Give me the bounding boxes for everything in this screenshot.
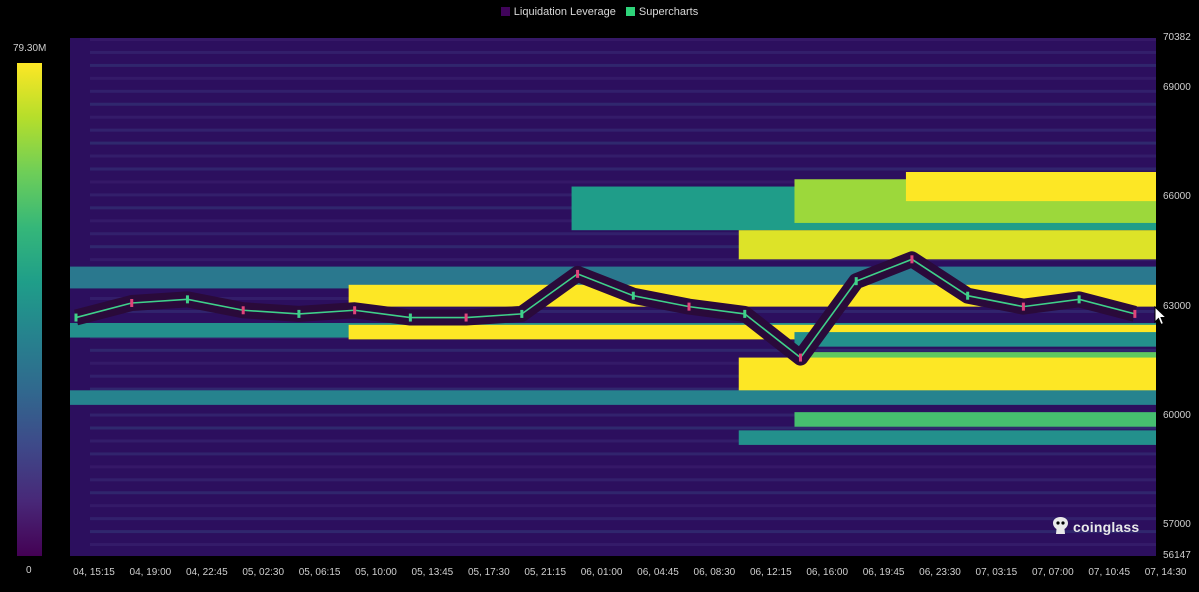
price-point: [576, 269, 580, 278]
colorbar-min-label: 0: [26, 565, 32, 576]
price-point: [854, 277, 858, 286]
heatmap-texture-band: [90, 478, 1156, 482]
price-point: [408, 313, 412, 322]
x-tick-label: 06, 01:00: [580, 567, 623, 578]
price-point: [687, 302, 691, 311]
heatmap-texture-band: [90, 426, 1156, 430]
heatmap-texture-band: [90, 543, 1156, 547]
liquidation-band: [794, 412, 1156, 427]
coinglass-logo-icon: [1053, 517, 1068, 534]
liquidation-band: [794, 332, 1156, 347]
heatmap-texture-band: [90, 76, 1156, 80]
price-point: [130, 298, 134, 307]
liquidation-band: [738, 430, 1156, 445]
liquidation-band: [905, 171, 1156, 202]
x-tick-label: 07, 07:00: [1031, 567, 1074, 578]
x-tick-label: 07, 10:45: [1088, 567, 1131, 578]
price-point: [185, 295, 189, 304]
heatmap-texture-band: [90, 167, 1156, 171]
x-tick-label: 06, 16:00: [806, 567, 849, 578]
x-tick-label: 04, 19:00: [129, 567, 172, 578]
x-tick-label: 05, 17:30: [467, 567, 510, 578]
price-point: [520, 309, 524, 318]
x-tick-label: 06, 08:30: [693, 567, 736, 578]
heatmap-texture-band: [90, 530, 1156, 534]
x-tick-label: 07, 14:30: [1144, 567, 1187, 578]
liquidation-heatmap: [70, 38, 1156, 556]
price-point: [353, 306, 357, 315]
x-tick-label: 06, 23:30: [919, 567, 961, 578]
heatmap-texture-band: [90, 89, 1156, 93]
heatmap-texture-band: [90, 102, 1156, 106]
x-tick-label: 05, 10:00: [355, 567, 397, 578]
x-tick-label: 05, 13:45: [411, 567, 454, 578]
price-point: [631, 291, 635, 300]
price-point: [1021, 302, 1025, 311]
price-point: [743, 309, 747, 318]
colorbar: [17, 63, 42, 556]
heatmap-texture-band: [90, 115, 1156, 119]
x-tick-label: 06, 12:15: [749, 567, 792, 578]
price-point: [241, 306, 245, 315]
heatmap-texture-band: [90, 348, 1156, 352]
price-point: [464, 313, 468, 322]
y-tick-label: 70382: [1163, 32, 1191, 43]
heatmap-texture-band: [90, 517, 1156, 521]
heatmap-texture-band: [90, 465, 1156, 469]
price-point: [798, 353, 802, 362]
price-point: [910, 255, 914, 264]
price-point: [1133, 309, 1137, 318]
heatmap-texture-band: [90, 50, 1156, 54]
watermark-text: coinglass: [1073, 519, 1140, 535]
x-tick-label: 06, 04:45: [637, 567, 679, 578]
x-tick-label: 04, 22:45: [185, 567, 228, 578]
heatmap-texture-band: [90, 63, 1156, 67]
x-tick-label: 06, 19:45: [862, 567, 905, 578]
colorbar-gradient: [17, 63, 42, 556]
price-point: [966, 291, 970, 300]
x-tick-label: 05, 02:30: [242, 567, 285, 578]
liquidation-band: [738, 230, 1156, 260]
y-tick-label: 56147: [1163, 550, 1191, 561]
y-tick-label: 57000: [1163, 518, 1191, 530]
price-point: [1077, 295, 1081, 304]
mouse-cursor-icon: [1154, 306, 1168, 326]
colorbar-max-label: 79.30M: [13, 43, 47, 54]
heatmap-texture-band: [90, 154, 1156, 158]
heatmap-texture-band: [90, 38, 1156, 41]
x-tick-label: 05, 21:15: [524, 567, 567, 578]
x-tick-label: 05, 06:15: [298, 567, 341, 578]
heatmap-texture-band: [90, 504, 1156, 508]
heatmap-texture-band: [90, 452, 1156, 456]
y-tick-label: 69000: [1163, 82, 1191, 94]
x-tick-label: 04, 15:15: [73, 567, 115, 578]
y-tick-label: 66000: [1163, 191, 1191, 203]
coinglass-watermark: coinglass: [1052, 516, 1139, 535]
price-point: [74, 313, 78, 322]
heatmap-texture-band: [90, 491, 1156, 495]
y-tick-label: 60000: [1163, 409, 1191, 421]
price-point: [297, 309, 301, 318]
x-tick-label: 07, 03:15: [975, 567, 1018, 578]
heatmap-texture-band: [90, 128, 1156, 132]
liquidation-band: [70, 390, 1156, 405]
heatmap-texture-band: [90, 141, 1156, 145]
